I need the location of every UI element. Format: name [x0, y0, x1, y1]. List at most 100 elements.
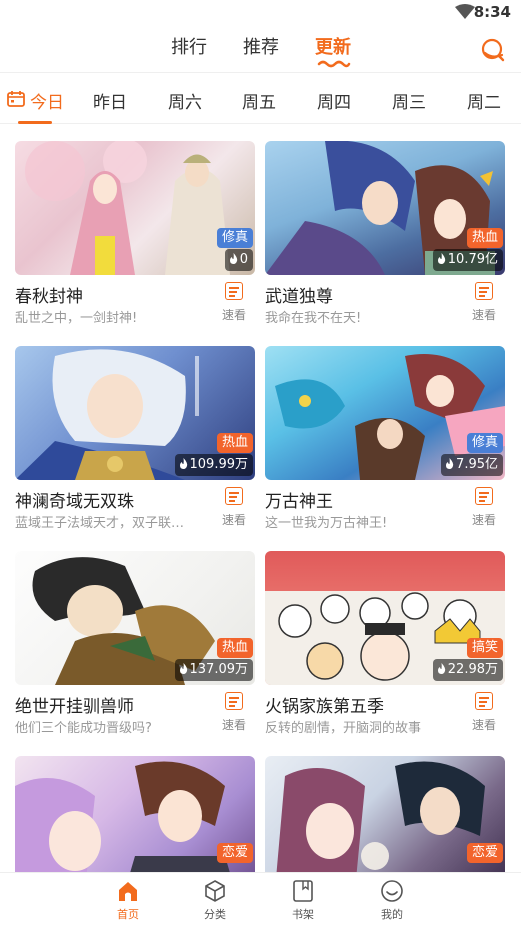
- genre-badge: 修真: [466, 433, 503, 453]
- tab-friday[interactable]: 周五: [242, 88, 276, 113]
- genre-badge: 修真: [216, 228, 253, 248]
- quick-read-button[interactable]: 速看: [219, 692, 249, 733]
- comic-cover[interactable]: 修真 7.95亿: [265, 346, 505, 480]
- flame-icon: [229, 253, 237, 264]
- comic-cover[interactable]: 修真 0: [15, 141, 255, 275]
- quick-read-icon: [475, 487, 493, 505]
- flame-icon: [437, 253, 445, 264]
- nav-profile[interactable]: 我的: [367, 879, 417, 922]
- quick-read-icon: [475, 692, 493, 710]
- comic-card[interactable]: 热血 10.79亿 武道独尊 我命在我不在天! 速看: [265, 141, 505, 326]
- quick-read-button[interactable]: 速看: [469, 487, 499, 528]
- comic-cover[interactable]: 热血 137.09万: [15, 551, 255, 685]
- popularity-value: 137.09万: [189, 662, 249, 677]
- popularity-badge: 10.79亿: [432, 249, 503, 271]
- comic-description: 蓝域王子法域天才，双子联…: [15, 516, 185, 531]
- genre-badge: 恋爱: [216, 843, 253, 863]
- tab-thursday[interactable]: 周四: [317, 88, 351, 113]
- comic-card[interactable]: 热血 137.09万 绝世开挂驯兽师 他们三个能成功晋级吗? 速看: [15, 551, 255, 736]
- popularity-value: 22.98万: [447, 662, 498, 677]
- tab-ranking[interactable]: 排行: [171, 33, 207, 59]
- quick-read-icon: [225, 692, 243, 710]
- popularity-badge: 109.99万: [174, 454, 253, 476]
- quick-read-label: 速看: [221, 513, 246, 527]
- genre-badge: 恋爱: [466, 843, 503, 863]
- nav-home[interactable]: 首页: [103, 879, 153, 922]
- active-tab-indicator: [317, 60, 351, 68]
- quick-read-label: 速看: [471, 718, 496, 732]
- nav-label: 分类: [204, 908, 226, 921]
- nav-label: 首页: [117, 908, 139, 921]
- profile-icon: [381, 880, 403, 902]
- genre-badge: 热血: [216, 638, 253, 658]
- comic-title[interactable]: 万古神王: [265, 487, 333, 512]
- comic-description: 这一世我为万古神王!: [265, 516, 388, 531]
- comic-title[interactable]: 绝世开挂驯兽师: [15, 692, 134, 717]
- bottom-nav: 首页 分类 书架 我的: [0, 872, 521, 927]
- quick-read-button[interactable]: 速看: [469, 692, 499, 733]
- quick-read-label: 速看: [471, 308, 496, 322]
- quick-read-button[interactable]: 速看: [219, 487, 249, 528]
- status-bar: 8:34: [0, 0, 521, 24]
- popularity-value: 7.95亿: [456, 457, 498, 472]
- comic-card[interactable]: 恋爱: [265, 756, 505, 890]
- flame-icon: [446, 458, 454, 469]
- comic-card[interactable]: 热血 109.99万 神澜奇域无双珠 蓝域王子法域天才，双子联… 速看: [15, 346, 255, 531]
- comic-cover[interactable]: 搞笑 22.98万: [265, 551, 505, 685]
- cube-icon: [205, 880, 225, 902]
- cover-art: [15, 761, 235, 890]
- tab-today[interactable]: 今日: [30, 88, 64, 113]
- quick-read-icon: [475, 282, 493, 300]
- tab-saturday[interactable]: 周六: [168, 88, 202, 113]
- comic-description: 乱世之中，一剑封神!: [15, 311, 138, 326]
- quick-read-button[interactable]: 速看: [469, 282, 499, 323]
- comic-title[interactable]: 春秋封神: [15, 282, 83, 307]
- popularity-badge: 137.09万: [174, 659, 253, 681]
- tab-update[interactable]: 更新: [315, 33, 351, 59]
- popularity-value: 10.79亿: [447, 252, 498, 267]
- comic-card[interactable]: 恋爱: [15, 756, 255, 890]
- comic-card[interactable]: 修真 7.95亿 万古神王 这一世我为万古神王! 速看: [265, 346, 505, 531]
- quick-read-label: 速看: [221, 308, 246, 322]
- nav-bookshelf[interactable]: 书架: [278, 879, 328, 922]
- tab-tuesday[interactable]: 周二: [467, 88, 501, 113]
- cover-art: [275, 761, 485, 890]
- comic-title[interactable]: 武道独尊: [265, 282, 333, 307]
- comic-cover[interactable]: 热血 109.99万: [15, 346, 255, 480]
- comic-card[interactable]: 搞笑 22.98万 火锅家族第五季 反转的剧情，开脑洞的故事 速看: [265, 551, 505, 736]
- wifi-icon: [455, 4, 475, 19]
- nav-category[interactable]: 分类: [190, 879, 240, 922]
- app-screen: 8:34 排行 推荐 更新 今日 昨日 周六 周五 周四 周三 周二 修真 0 …: [0, 0, 521, 927]
- nav-label: 我的: [381, 908, 403, 921]
- comic-description: 我命在我不在天!: [265, 311, 362, 326]
- flame-icon: [437, 663, 445, 674]
- tab-yesterday[interactable]: 昨日: [93, 88, 127, 113]
- genre-badge: 热血: [216, 433, 253, 453]
- genre-badge: 搞笑: [466, 638, 503, 658]
- tab-wednesday[interactable]: 周三: [392, 88, 426, 113]
- quick-read-button[interactable]: 速看: [219, 282, 249, 323]
- tab-recommend[interactable]: 推荐: [243, 33, 279, 59]
- status-time: 8:34: [473, 3, 511, 21]
- popularity-value: 109.99万: [189, 457, 249, 472]
- search-icon[interactable]: [480, 37, 506, 63]
- day-tab-indicator: [18, 121, 52, 124]
- popularity-value: 0: [239, 252, 248, 267]
- comic-cover[interactable]: 恋爱: [265, 756, 505, 890]
- bookshelf-icon: [293, 880, 313, 902]
- nav-label: 书架: [292, 908, 314, 921]
- comic-cover[interactable]: 恋爱: [15, 756, 255, 890]
- comic-cover[interactable]: 热血 10.79亿: [265, 141, 505, 275]
- flame-icon: [179, 458, 187, 469]
- calendar-icon: [7, 91, 25, 107]
- quick-read-label: 速看: [471, 513, 496, 527]
- day-tab-bar: 今日 昨日 周六 周五 周四 周三 周二: [0, 72, 521, 124]
- quick-read-icon: [225, 282, 243, 300]
- comic-card[interactable]: 修真 0 春秋封神 乱世之中，一剑封神! 速看: [15, 141, 255, 326]
- popularity-badge: 0: [224, 249, 253, 271]
- home-icon: [119, 882, 137, 901]
- popularity-badge: 7.95亿: [441, 454, 503, 476]
- comic-title[interactable]: 神澜奇域无双珠: [15, 487, 134, 512]
- comic-title[interactable]: 火锅家族第五季: [265, 692, 384, 717]
- flame-icon: [179, 663, 187, 674]
